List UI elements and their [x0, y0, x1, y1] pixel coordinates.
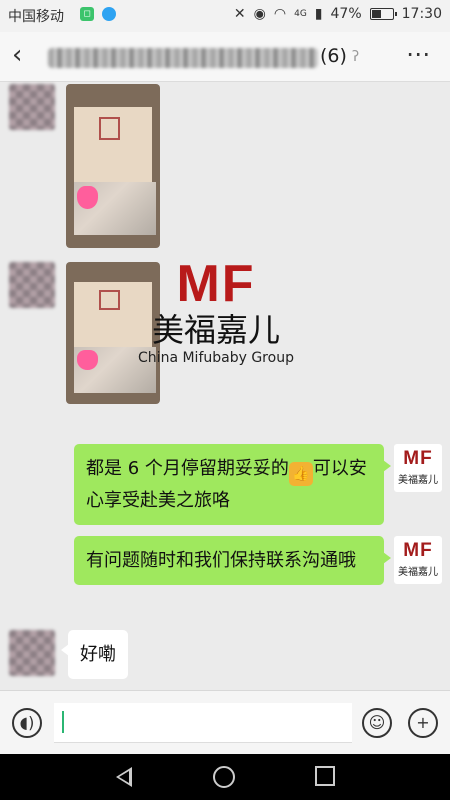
- my-avatar[interactable]: MF 美福嘉儿: [394, 444, 442, 492]
- eye-icon: ◉: [253, 6, 266, 22]
- input-bar: ◖) ☺ +: [0, 690, 450, 754]
- passport-stamp: [98, 116, 120, 140]
- voice-icon[interactable]: ◖): [12, 708, 42, 738]
- security-icon: [102, 7, 116, 21]
- nav-home-icon[interactable]: [213, 766, 235, 788]
- chat-title: [48, 48, 318, 68]
- message-bubble[interactable]: 有问题随时和我们保持联系沟通哦: [74, 536, 391, 585]
- avatar-logo: MF: [403, 448, 433, 469]
- my-avatar[interactable]: MF 美福嘉儿: [394, 536, 442, 584]
- watermark-logo: MF: [176, 255, 256, 313]
- sim-icon: ◻: [80, 7, 94, 21]
- avatar-name: 美福嘉儿: [398, 567, 438, 578]
- battery-icon: [369, 8, 397, 20]
- avatar[interactable]: [9, 630, 55, 676]
- status-bar: 中国移动 ◻ ✕ ◉ ◠ 4G ▮ 47% 17:30: [0, 0, 450, 32]
- avatar[interactable]: [9, 262, 55, 308]
- avatar-name: 美福嘉儿: [398, 475, 438, 486]
- avatar[interactable]: [9, 84, 55, 130]
- signal-icon: ▮: [314, 6, 323, 22]
- earpiece-icon: ʔ: [352, 49, 360, 65]
- heart-sticker-icon: [77, 350, 98, 370]
- watermark-name-en: China Mifubaby Group: [138, 350, 294, 366]
- message-text: 都是 6 个月停留期妥妥的: [86, 458, 289, 479]
- member-count: (6): [320, 45, 347, 67]
- network-type: 4G: [294, 9, 307, 19]
- carrier-label: 中国移动: [8, 9, 64, 25]
- message-text: 好嘞: [80, 644, 116, 665]
- message-bubble[interactable]: 都是 6 个月停留期妥妥的 👍 可以安心享受赴美之旅咯: [74, 444, 391, 525]
- nav-recent-icon[interactable]: [315, 766, 335, 786]
- message-input[interactable]: [54, 703, 352, 743]
- thumbs-up-icon: 👍: [288, 462, 313, 486]
- heart-sticker-icon: [77, 185, 98, 209]
- back-icon[interactable]: ‹: [12, 42, 22, 68]
- chat-header: ‹ (6) ʔ ⋯: [0, 32, 450, 82]
- avatar-logo: MF: [403, 540, 433, 561]
- nav-back-icon[interactable]: [116, 767, 132, 787]
- more-icon[interactable]: ⋯: [406, 40, 432, 68]
- message-bubble[interactable]: 好嘞: [61, 630, 128, 679]
- battery-percent: 47%: [330, 6, 362, 22]
- watermark: MF 美福嘉儿 China Mifubaby Group: [136, 258, 296, 366]
- wifi-icon: ◠: [273, 6, 287, 22]
- emoji-icon[interactable]: ☺: [362, 708, 392, 738]
- text-cursor: [62, 711, 64, 733]
- visa-photo[interactable]: [66, 84, 160, 248]
- message-text: 有问题随时和我们保持联系沟通哦: [86, 550, 356, 571]
- mute-icon: ✕: [233, 6, 246, 22]
- clock: 17:30: [401, 6, 442, 22]
- watermark-name-cn: 美福嘉儿: [151, 311, 280, 349]
- passport-stamp: [98, 290, 120, 311]
- add-icon[interactable]: +: [408, 708, 438, 738]
- status-right: ✕ ◉ ◠ 4G ▮ 47% 17:30: [234, 6, 442, 22]
- navigation-bar: [0, 754, 450, 800]
